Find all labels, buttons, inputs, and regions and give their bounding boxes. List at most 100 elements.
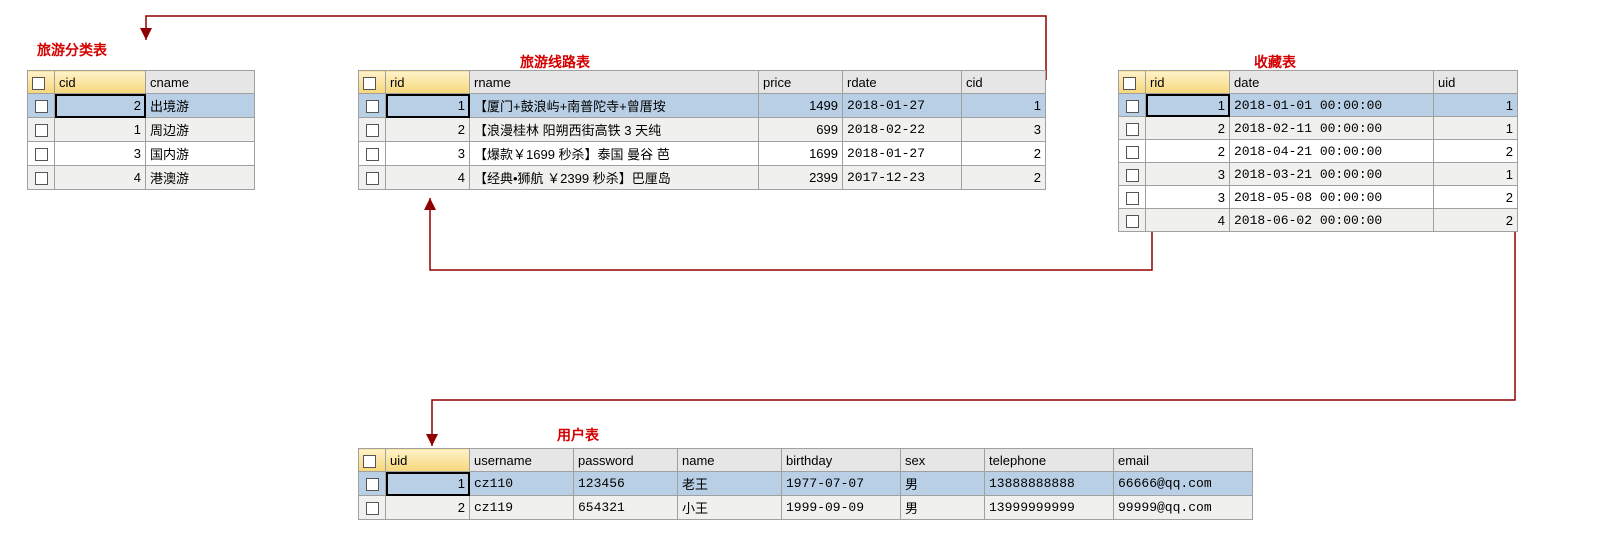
- cell-cname[interactable]: 出境游: [146, 94, 255, 118]
- cell-price[interactable]: 1499: [759, 94, 843, 118]
- cell-price[interactable]: 2399: [759, 166, 843, 190]
- cell-rdate[interactable]: 2018-02-22: [843, 118, 962, 142]
- col-sex[interactable]: sex: [901, 449, 985, 472]
- table-row[interactable]: 1周边游: [28, 118, 255, 142]
- row-checkbox[interactable]: [359, 94, 386, 118]
- row-checkbox[interactable]: [1119, 209, 1146, 232]
- cell-rid[interactable]: 4: [386, 166, 470, 190]
- row-checkbox[interactable]: [359, 142, 386, 166]
- row-checkbox[interactable]: [359, 166, 386, 190]
- cell-rid[interactable]: 3: [1146, 163, 1230, 186]
- cell-rid[interactable]: 1: [386, 94, 470, 118]
- cell-rid[interactable]: 4: [1146, 209, 1230, 232]
- cell-rdate[interactable]: 2018-01-27: [843, 142, 962, 166]
- col-cname[interactable]: cname: [146, 71, 255, 94]
- cell-birthday[interactable]: 1977-07-07: [782, 472, 901, 496]
- row-checkbox[interactable]: [1119, 94, 1146, 117]
- cell-cid[interactable]: 1: [962, 94, 1046, 118]
- cell-date[interactable]: 2018-06-02 00:00:00: [1230, 209, 1434, 232]
- col-password[interactable]: password: [574, 449, 678, 472]
- row-checkbox[interactable]: [359, 496, 386, 520]
- select-all-checkbox[interactable]: [359, 71, 386, 94]
- table-row[interactable]: 22018-04-21 00:00:002: [1119, 140, 1518, 163]
- cell-telephone[interactable]: 13888888888: [985, 472, 1114, 496]
- table-row[interactable]: 1【厦门+鼓浪屿+南普陀寺+曾厝垵14992018-01-271: [359, 94, 1046, 118]
- table-row[interactable]: 12018-01-01 00:00:001: [1119, 94, 1518, 117]
- col-date[interactable]: date: [1230, 71, 1434, 94]
- col-rid[interactable]: rid: [386, 71, 470, 94]
- cell-uid[interactable]: 1: [1434, 117, 1518, 140]
- row-checkbox[interactable]: [359, 118, 386, 142]
- table-row[interactable]: 2出境游: [28, 94, 255, 118]
- cell-uid[interactable]: 2: [1434, 140, 1518, 163]
- col-telephone[interactable]: telephone: [985, 449, 1114, 472]
- cell-cid[interactable]: 3: [962, 118, 1046, 142]
- cell-telephone[interactable]: 13999999999: [985, 496, 1114, 520]
- cell-rname[interactable]: 【浪漫桂林 阳朔西街高铁 3 天纯: [470, 118, 759, 142]
- cell-email[interactable]: 99999@qq.com: [1114, 496, 1253, 520]
- table-row[interactable]: 4港澳游: [28, 166, 255, 190]
- cell-uid[interactable]: 1: [1434, 163, 1518, 186]
- cell-date[interactable]: 2018-02-11 00:00:00: [1230, 117, 1434, 140]
- cell-date[interactable]: 2018-01-01 00:00:00: [1230, 94, 1434, 117]
- cell-sex[interactable]: 男: [901, 472, 985, 496]
- cell-username[interactable]: cz110: [470, 472, 574, 496]
- row-checkbox[interactable]: [359, 472, 386, 496]
- cell-name[interactable]: 小王: [678, 496, 782, 520]
- cell-price[interactable]: 1699: [759, 142, 843, 166]
- row-checkbox[interactable]: [1119, 186, 1146, 209]
- cell-uid[interactable]: 2: [386, 496, 470, 520]
- col-username[interactable]: username: [470, 449, 574, 472]
- cell-sex[interactable]: 男: [901, 496, 985, 520]
- row-checkbox[interactable]: [28, 142, 55, 166]
- col-birthday[interactable]: birthday: [782, 449, 901, 472]
- cell-rname[interactable]: 【厦门+鼓浪屿+南普陀寺+曾厝垵: [470, 94, 759, 118]
- row-checkbox[interactable]: [28, 94, 55, 118]
- row-checkbox[interactable]: [1119, 163, 1146, 186]
- row-checkbox[interactable]: [1119, 140, 1146, 163]
- cell-birthday[interactable]: 1999-09-09: [782, 496, 901, 520]
- col-email[interactable]: email: [1114, 449, 1253, 472]
- select-all-checkbox[interactable]: [359, 449, 386, 472]
- table-row[interactable]: 2cz119654321小王1999-09-09男139999999999999…: [359, 496, 1253, 520]
- table-row[interactable]: 1cz110123456老王1977-07-07男138888888886666…: [359, 472, 1253, 496]
- table-row[interactable]: 42018-06-02 00:00:002: [1119, 209, 1518, 232]
- cell-password[interactable]: 654321: [574, 496, 678, 520]
- row-checkbox[interactable]: [1119, 117, 1146, 140]
- cell-price[interactable]: 699: [759, 118, 843, 142]
- cell-rdate[interactable]: 2017-12-23: [843, 166, 962, 190]
- cell-email[interactable]: 66666@qq.com: [1114, 472, 1253, 496]
- cell-rid[interactable]: 2: [1146, 140, 1230, 163]
- cell-rid[interactable]: 2: [1146, 117, 1230, 140]
- cell-cid[interactable]: 2: [962, 142, 1046, 166]
- cell-cid[interactable]: 2: [55, 94, 146, 118]
- cell-date[interactable]: 2018-05-08 00:00:00: [1230, 186, 1434, 209]
- cell-rdate[interactable]: 2018-01-27: [843, 94, 962, 118]
- table-row[interactable]: 4【经典•狮航 ￥2399 秒杀】巴厘岛23992017-12-232: [359, 166, 1046, 190]
- cell-rname[interactable]: 【爆款￥1699 秒杀】泰国 曼谷 芭: [470, 142, 759, 166]
- cell-uid[interactable]: 2: [1434, 209, 1518, 232]
- cell-date[interactable]: 2018-04-21 00:00:00: [1230, 140, 1434, 163]
- col-uid-fk[interactable]: uid: [1434, 71, 1518, 94]
- cell-uid[interactable]: 1: [1434, 94, 1518, 117]
- cell-date[interactable]: 2018-03-21 00:00:00: [1230, 163, 1434, 186]
- table-row[interactable]: 3国内游: [28, 142, 255, 166]
- cell-name[interactable]: 老王: [678, 472, 782, 496]
- cell-cname[interactable]: 港澳游: [146, 166, 255, 190]
- col-price[interactable]: price: [759, 71, 843, 94]
- cell-uid[interactable]: 1: [386, 472, 470, 496]
- cell-password[interactable]: 123456: [574, 472, 678, 496]
- col-cid[interactable]: cid: [55, 71, 146, 94]
- cell-username[interactable]: cz119: [470, 496, 574, 520]
- cell-rid[interactable]: 2: [386, 118, 470, 142]
- cell-cname[interactable]: 国内游: [146, 142, 255, 166]
- select-all-checkbox[interactable]: [28, 71, 55, 94]
- col-uid[interactable]: uid: [386, 449, 470, 472]
- row-checkbox[interactable]: [28, 118, 55, 142]
- col-cid-fk[interactable]: cid: [962, 71, 1046, 94]
- cell-cid[interactable]: 3: [55, 142, 146, 166]
- cell-cid[interactable]: 2: [962, 166, 1046, 190]
- cell-rid[interactable]: 3: [1146, 186, 1230, 209]
- cell-cid[interactable]: 4: [55, 166, 146, 190]
- cell-rname[interactable]: 【经典•狮航 ￥2399 秒杀】巴厘岛: [470, 166, 759, 190]
